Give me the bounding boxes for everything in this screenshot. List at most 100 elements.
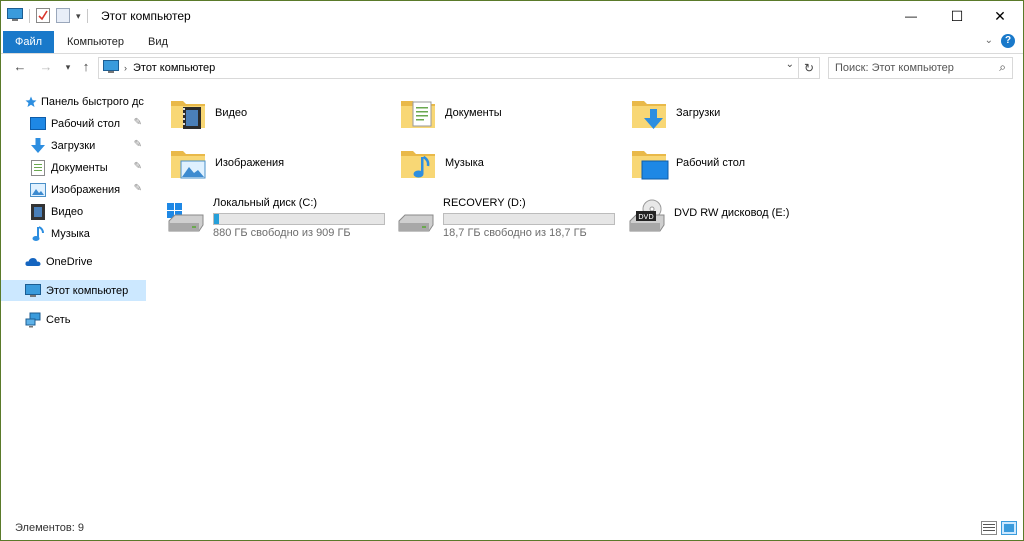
sidebar-item-label: Сеть (46, 313, 71, 326)
sidebar-item-label: Документы (51, 161, 108, 174)
sidebar-item-label: Рабочий стол (51, 117, 121, 130)
details-view-icon[interactable] (981, 521, 997, 535)
documents-icon (30, 159, 46, 176)
sidebar-item-label: OneDrive (46, 255, 93, 268)
window-title: Этот компьютер (101, 9, 191, 23)
pin-icon[interactable]: ✎ (134, 183, 142, 194)
help-icon[interactable]: ? (1001, 34, 1015, 48)
breadcrumb-this-pc[interactable]: Этот компьютер (133, 62, 215, 74)
sidebar-item-label: Этот компьютер (46, 284, 129, 297)
pin-icon[interactable]: ✎ (134, 161, 142, 172)
status-bar: Элементов: 9 (1, 517, 1023, 540)
sidebar-item-videos[interactable]: Видео (1, 201, 146, 222)
folder-downloads[interactable]: Загрузки (630, 90, 720, 136)
pin-icon[interactable]: ✎ (134, 139, 142, 150)
folder-videos[interactable]: Видео (169, 90, 247, 136)
drive-name: Локальный диск (C:) (213, 197, 318, 209)
sidebar-item-pictures[interactable]: Изображения ✎ (1, 179, 146, 200)
folder-label: Музыка (445, 157, 484, 169)
music-folder-icon (399, 143, 439, 183)
windows-drive-icon (165, 199, 205, 233)
pictures-folder-icon (169, 143, 209, 183)
dvd-drive-icon: DVD (626, 199, 666, 233)
content-pane: Видео Документы Загрузки Изображения Муз (161, 87, 1021, 517)
sidebar-item-label: Видео (51, 205, 84, 218)
ribbon-tabs: Файл Компьютер Вид ⌄ ? (1, 31, 1023, 54)
pictures-icon (30, 182, 46, 198)
up-icon[interactable]: ↑ (77, 58, 95, 76)
recent-locations-icon[interactable]: ▾ (59, 58, 77, 76)
sidebar-item-music[interactable]: Музыка (1, 223, 146, 244)
folder-pictures[interactable]: Изображения (169, 140, 284, 186)
drive-d[interactable]: RECOVERY (D:) 18,7 ГБ свободно из 18,7 Г… (391, 193, 617, 239)
music-icon (30, 225, 46, 242)
folder-label: Видео (215, 107, 248, 119)
drive-c[interactable]: Локальный диск (C:) 880 ГБ свободно из 9… (161, 193, 387, 239)
large-icons-view-icon[interactable] (1001, 521, 1017, 535)
video-folder-icon (169, 93, 209, 133)
download-icon (30, 137, 46, 154)
quick-access-toolbar: ▾ (7, 7, 88, 25)
folder-documents[interactable]: Документы (399, 90, 502, 136)
drive-free-space: 18,7 ГБ свободно из 18,7 ГБ (443, 227, 587, 239)
sidebar-item-this-pc[interactable]: Этот компьютер (1, 280, 146, 301)
refresh-button[interactable]: ↻ (799, 57, 820, 79)
drive-icon (395, 199, 435, 233)
breadcrumb-chevron-icon[interactable]: › (124, 63, 127, 73)
tab-computer[interactable]: Компьютер (55, 31, 136, 53)
drive-name: DVD RW дисковод (E:) (674, 207, 790, 219)
close-button[interactable]: ✕ (977, 1, 1023, 31)
address-computer-icon (103, 59, 119, 77)
drive-usage-bar (443, 213, 615, 225)
expand-ribbon-icon[interactable]: ⌄ (985, 35, 993, 46)
sidebar-item-label: Изображения (51, 183, 121, 196)
sidebar-item-network[interactable]: Сеть (1, 309, 146, 330)
sidebar-item-label: Панель быстрого дс (41, 95, 144, 108)
qat-divider-2 (86, 9, 88, 23)
sidebar-item-label: Загрузки (51, 139, 96, 152)
search-input[interactable] (835, 60, 985, 75)
drive-free-space: 880 ГБ свободно из 909 ГБ (213, 227, 351, 239)
tab-view[interactable]: Вид (136, 31, 180, 53)
minimize-button[interactable]: — (888, 1, 934, 31)
address-bar[interactable]: › Этот компьютер ⌄ (98, 57, 799, 79)
drive-e[interactable]: DVD DVD RW дисковод (E:) (622, 193, 848, 239)
sidebar-item-quick-access[interactable]: Панель быстрого дс (1, 91, 146, 112)
folder-label: Изображения (215, 157, 285, 169)
cloud-icon (25, 254, 41, 270)
search-icon[interactable]: ⌕ (999, 60, 1006, 75)
folder-label: Рабочий стол (676, 157, 746, 169)
sidebar-item-documents[interactable]: Документы ✎ (1, 157, 146, 178)
new-folder-icon[interactable] (56, 7, 70, 26)
network-icon (25, 312, 41, 328)
sidebar-item-desktop[interactable]: Рабочий стол ✎ (1, 113, 146, 134)
drive-usage-bar (213, 213, 385, 225)
drive-name: RECOVERY (D:) (443, 197, 526, 209)
maximize-button[interactable]: ☐ (934, 1, 980, 31)
customize-qat-icon[interactable]: ▾ (76, 11, 81, 22)
back-icon[interactable]: ← (11, 58, 29, 76)
title-bar: ▾ Этот компьютер — ☐ ✕ (1, 1, 1023, 31)
star-icon (25, 94, 37, 110)
sidebar-item-downloads[interactable]: Загрузки ✎ (1, 135, 146, 156)
svg-text:DVD: DVD (638, 213, 653, 221)
computer-icon (25, 283, 41, 299)
folder-label: Документы (445, 107, 502, 119)
qat-divider (29, 9, 30, 23)
desktop-folder-icon (630, 143, 670, 183)
folder-desktop[interactable]: Рабочий стол (630, 140, 745, 186)
sidebar-item-onedrive[interactable]: OneDrive (1, 251, 146, 272)
search-box[interactable]: ⌕ (828, 57, 1013, 79)
address-dropdown-icon[interactable]: ⌄ (786, 59, 794, 70)
properties-icon[interactable] (36, 7, 50, 26)
minimize-icon: — (905, 9, 917, 23)
desktop-icon (30, 116, 46, 132)
pin-icon[interactable]: ✎ (134, 117, 142, 128)
explorer-window: ▾ Этот компьютер — ☐ ✕ Файл Компьютер Ви… (0, 0, 1024, 541)
forward-icon[interactable]: → (37, 58, 55, 76)
navigation-bar: ← → ▾ ↑ › Этот компьютер ⌄ ↻ ⌕ (1, 54, 1023, 81)
downloads-folder-icon (630, 93, 670, 133)
tab-file[interactable]: Файл (3, 31, 55, 53)
folder-music[interactable]: Музыка (399, 140, 484, 186)
computer-app-icon (7, 7, 23, 25)
